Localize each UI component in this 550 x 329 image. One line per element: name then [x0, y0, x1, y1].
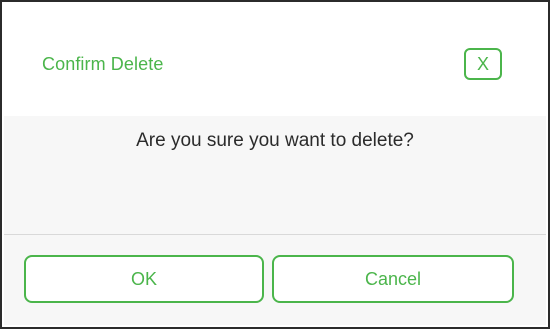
cancel-button[interactable]: Cancel [272, 255, 514, 303]
confirmation-message: Are you sure you want to delete? [136, 130, 414, 151]
confirm-delete-dialog: Confirm Delete X Are you sure you want t… [0, 0, 550, 329]
dialog-footer: OK Cancel [4, 235, 546, 325]
dialog-body: Are you sure you want to delete? [4, 116, 546, 234]
close-button[interactable]: X [464, 48, 502, 80]
dialog-title: Confirm Delete [42, 54, 164, 74]
dialog-header: Confirm Delete X [4, 4, 546, 116]
ok-button[interactable]: OK [24, 255, 264, 303]
